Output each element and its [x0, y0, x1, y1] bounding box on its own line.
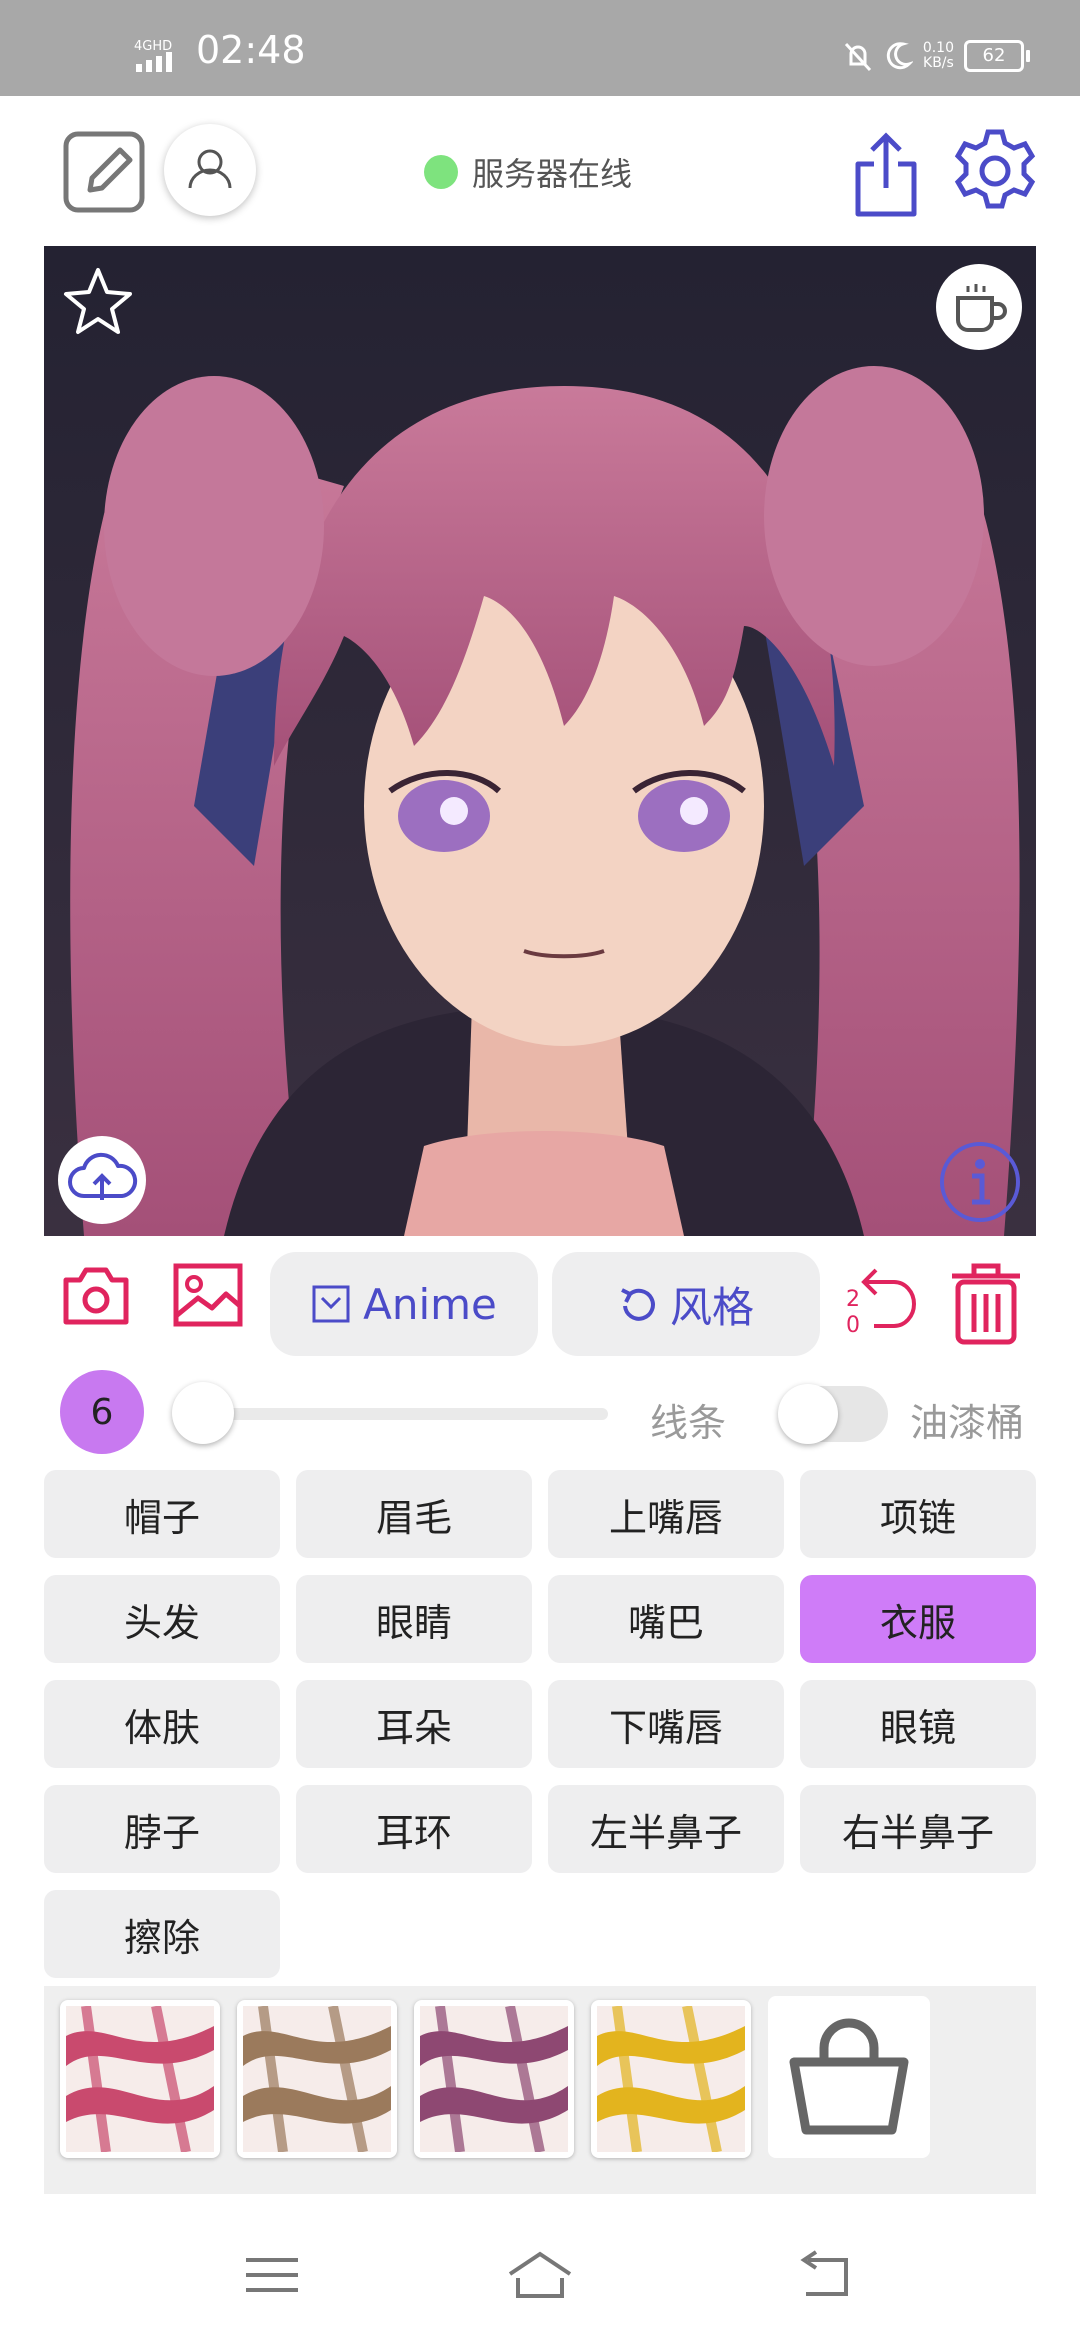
- cloud-upload-icon: [68, 1152, 138, 1200]
- brush-size-value: 6: [90, 1391, 114, 1433]
- speed-value: 0.10: [922, 40, 954, 56]
- label-button[interactable]: 嘴巴: [548, 1575, 784, 1663]
- anime-portrait-image: [44, 246, 1036, 1236]
- network-speed: 0.10 KB/s: [923, 41, 954, 71]
- user-button[interactable]: [164, 124, 256, 216]
- label-button[interactable]: 体肤: [44, 1680, 280, 1768]
- texture-swatch[interactable]: [237, 2000, 397, 2158]
- label-button[interactable]: 上嘴唇: [548, 1470, 784, 1558]
- shopping-bag-icon: [789, 2018, 909, 2135]
- style-button[interactable]: 风格: [552, 1252, 820, 1356]
- brush-slider-track[interactable]: [174, 1408, 608, 1420]
- label-button[interactable]: 眼睛: [296, 1575, 532, 1663]
- info-icon[interactable]: [938, 1140, 1022, 1224]
- battery-icon: 62: [964, 40, 1030, 72]
- status-time: 02:48: [196, 28, 306, 72]
- share-icon[interactable]: [846, 130, 926, 220]
- label-button[interactable]: 下嘴唇: [548, 1680, 784, 1768]
- server-online-dot: [424, 155, 458, 189]
- signal-icon: 4GHD: [134, 39, 172, 72]
- anime-mode-button[interactable]: Anime: [270, 1252, 538, 1356]
- label-button[interactable]: 眼镜: [800, 1680, 1036, 1768]
- server-status: 服务器在线: [424, 150, 632, 194]
- undo-icon[interactable]: 2 0: [844, 1262, 918, 1342]
- store-button[interactable]: [768, 1996, 930, 2158]
- texture-swatch[interactable]: [414, 2000, 574, 2158]
- label-button[interactable]: 脖子: [44, 1785, 280, 1873]
- coffee-button[interactable]: [936, 264, 1022, 350]
- star-icon[interactable]: [60, 264, 136, 340]
- bucket-toggle-thumb[interactable]: [778, 1384, 838, 1444]
- camera-icon[interactable]: [62, 1264, 130, 1326]
- upload-button[interactable]: [58, 1136, 146, 1224]
- anime-label: Anime: [363, 1279, 497, 1329]
- status-right-group: 0.10 KB/s 62: [843, 36, 1030, 76]
- texture-swatch[interactable]: [591, 2000, 751, 2158]
- label-button[interactable]: 耳朵: [296, 1680, 532, 1768]
- canvas-image[interactable]: [44, 246, 1036, 1236]
- settings-icon[interactable]: [950, 126, 1040, 216]
- brush-slider-thumb[interactable]: [172, 1382, 234, 1444]
- server-status-label: 服务器在线: [472, 155, 633, 193]
- moon-icon: [886, 42, 913, 70]
- texture-swatch[interactable]: [60, 2000, 220, 2158]
- brush-size-badge: 6: [60, 1370, 144, 1454]
- battery-level: 62: [982, 45, 1006, 66]
- menu-icon[interactable]: [232, 2240, 312, 2310]
- texture-palette: [44, 1986, 1036, 2194]
- gallery-icon[interactable]: [172, 1262, 244, 1328]
- style-label: 风格: [669, 1282, 754, 1332]
- home-icon[interactable]: [500, 2240, 580, 2310]
- bucket-label: 油漆桶: [910, 1401, 1025, 1445]
- coffee-icon: [956, 284, 1007, 332]
- status-bar: 4GHD 02:48 0.10 KB/s 62: [0, 0, 1080, 96]
- trash-icon[interactable]: [948, 1262, 1024, 1346]
- label-button[interactable]: 左半鼻子: [548, 1785, 784, 1873]
- label-button[interactable]: 头发: [44, 1575, 280, 1663]
- speed-unit: KB/s: [923, 55, 954, 71]
- label-button[interactable]: 右半鼻子: [800, 1785, 1036, 1873]
- edit-icon[interactable]: [62, 130, 146, 214]
- label-button[interactable]: 衣服: [800, 1575, 1036, 1663]
- line-label: 线条: [650, 1401, 727, 1445]
- refresh-icon: [621, 1288, 655, 1321]
- undo-count-top: 2: [846, 1287, 860, 1312]
- checkbox-icon: [312, 1285, 350, 1323]
- notifications-off-icon: [844, 42, 871, 72]
- label-button[interactable]: 帽子: [44, 1470, 280, 1558]
- label-button[interactable]: 耳环: [296, 1785, 532, 1873]
- back-icon[interactable]: [780, 2240, 860, 2310]
- label-button[interactable]: 擦除: [44, 1890, 280, 1978]
- svg-text:4GHD: 4GHD: [134, 39, 172, 54]
- label-button[interactable]: 眉毛: [296, 1470, 532, 1558]
- undo-count-bottom: 0: [846, 1313, 860, 1338]
- label-button[interactable]: 项链: [800, 1470, 1036, 1558]
- user-icon: [188, 149, 232, 189]
